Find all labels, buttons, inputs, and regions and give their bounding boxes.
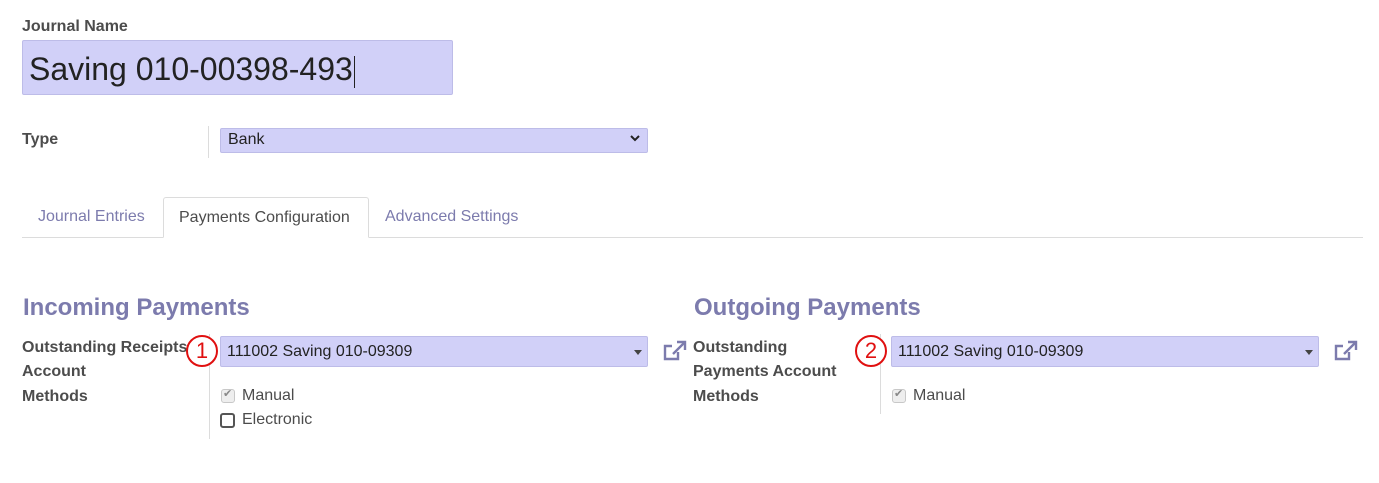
tab-journal-entries[interactable]: Journal Entries (38, 208, 145, 226)
check-icon: ✔ (894, 388, 904, 400)
journal-name-value: Saving 010-00398-493 (29, 51, 353, 87)
incoming-electronic-checkbox[interactable] (220, 413, 235, 428)
incoming-electronic-label: Electronic (242, 411, 313, 428)
chevron-down-icon (630, 135, 640, 142)
caret-down-icon (1305, 350, 1313, 355)
type-label: Type (22, 131, 59, 148)
check-icon: ✔ (223, 388, 233, 400)
incoming-payments-title: Incoming Payments (23, 294, 250, 321)
outgoing-manual-label: Manual (913, 387, 966, 404)
outgoing-account-label-line2: Payments Account (693, 363, 837, 380)
external-link-icon[interactable] (662, 339, 688, 363)
journal-name-input[interactable]: Saving 010-00398-493 (22, 40, 453, 95)
outgoing-payments-title: Outgoing Payments (694, 294, 921, 321)
type-select[interactable]: Bank (220, 128, 648, 153)
label-divider (208, 126, 209, 158)
annotation-badge-1: 1 (186, 335, 218, 367)
incoming-account-label: Outstanding Receipts (22, 339, 188, 356)
external-link-icon[interactable] (1333, 339, 1359, 363)
annotation-badge-2: 2 (855, 335, 887, 367)
incoming-account-select[interactable]: 111002 Saving 010-09309 (220, 336, 648, 367)
text-cursor (353, 55, 355, 88)
incoming-manual-checkbox[interactable]: ✔ (221, 388, 235, 403)
incoming-methods-label: Methods (22, 388, 88, 405)
outgoing-account-value: 111002 Saving 010-09309 (898, 343, 1084, 360)
incoming-account-value: 111002 Saving 010-09309 (227, 343, 413, 360)
outgoing-manual-checkbox[interactable]: ✔ (892, 388, 906, 403)
type-select-value: Bank (228, 131, 265, 148)
outgoing-account-label: Outstanding (693, 339, 788, 356)
journal-name-label: Journal Name (22, 18, 128, 35)
outgoing-account-select[interactable]: 111002 Saving 010-09309 (891, 336, 1319, 367)
tab-payments-configuration[interactable]: Payments Configuration (163, 197, 369, 238)
caret-down-icon (634, 350, 642, 355)
outgoing-methods-label: Methods (693, 388, 759, 405)
incoming-manual-label: Manual (242, 387, 295, 404)
tab-advanced-settings[interactable]: Advanced Settings (385, 208, 518, 226)
incoming-account-label-line2: Account (22, 363, 86, 380)
tab-payments-configuration-label: Payments Configuration (179, 209, 350, 226)
